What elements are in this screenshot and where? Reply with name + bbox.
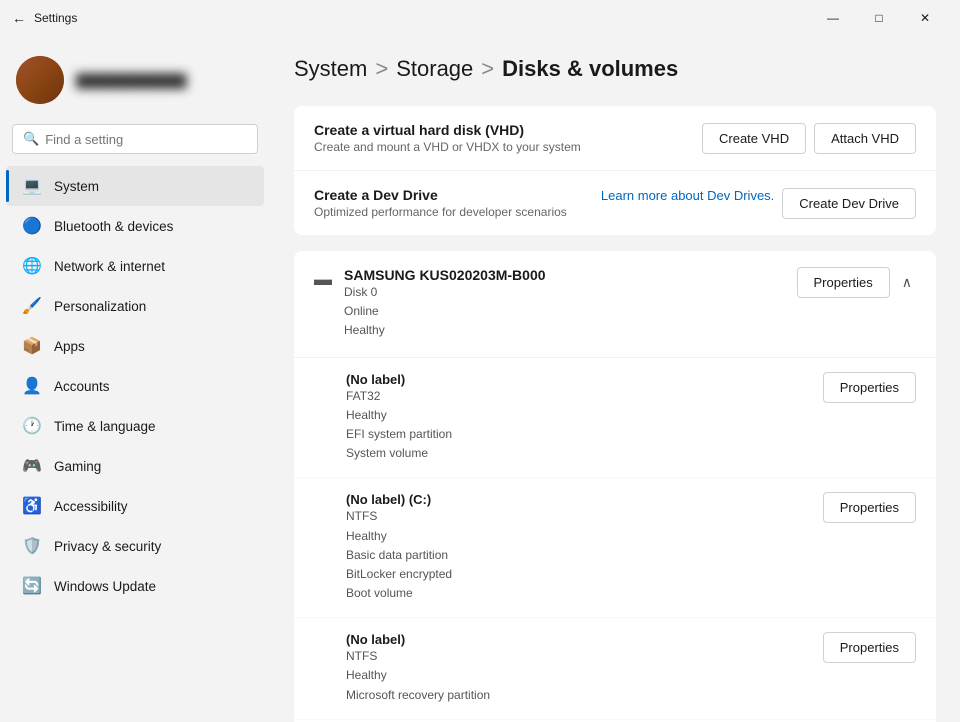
- partition-row-3: (No label) NTFS Healthy Microsoft recove…: [294, 618, 936, 720]
- partition-3-meta: NTFS Healthy Microsoft recovery partitio…: [346, 647, 490, 705]
- sidebar-item-personalization-label: Personalization: [54, 299, 146, 314]
- apps-icon: 📦: [22, 336, 42, 356]
- disk-properties-button[interactable]: Properties: [797, 267, 890, 298]
- partition-row-1: (No label) FAT32 Healthy EFI system part…: [294, 358, 936, 479]
- breadcrumb-system[interactable]: System: [294, 56, 367, 82]
- update-icon: 🔄: [22, 576, 42, 596]
- create-vhd-button[interactable]: Create VHD: [702, 123, 806, 154]
- disk-collapse-button[interactable]: ∧: [898, 270, 916, 295]
- partition-3-info: (No label) NTFS Healthy Microsoft recove…: [346, 632, 490, 705]
- profile-name: ████████████: [76, 73, 187, 88]
- sidebar: ████████████ 🔍 💻 System 🔵 Bluetooth & de…: [0, 36, 270, 722]
- sidebar-item-personalization[interactable]: 🖌️ Personalization: [6, 286, 264, 326]
- minimize-button[interactable]: —: [810, 3, 856, 33]
- disk-header-right: Properties ∧: [797, 267, 917, 298]
- network-icon: 🌐: [22, 256, 42, 276]
- sidebar-item-bluetooth[interactable]: 🔵 Bluetooth & devices: [6, 206, 264, 246]
- vhd-devdrive-section: Create a virtual hard disk (VHD) Create …: [294, 106, 936, 235]
- breadcrumb-storage[interactable]: Storage: [396, 56, 473, 82]
- breadcrumb-sep1: >: [375, 56, 388, 82]
- sidebar-item-system[interactable]: 💻 System: [6, 166, 264, 206]
- partition-2-properties-button[interactable]: Properties: [823, 492, 916, 523]
- dev-drive-row: Create a Dev Drive Optimized performance…: [294, 171, 936, 235]
- create-dev-drive-button[interactable]: Create Dev Drive: [782, 188, 916, 219]
- dev-drive-text: Create a Dev Drive Optimized performance…: [314, 187, 567, 219]
- window-controls: — □ ✕: [810, 3, 948, 33]
- vhd-buttons: Create VHD Attach VHD: [702, 123, 916, 154]
- time-icon: 🕐: [22, 416, 42, 436]
- partition-2-label: (No label) (C:): [346, 492, 452, 507]
- vhd-title: Create a virtual hard disk (VHD): [314, 122, 581, 138]
- sidebar-item-accessibility-label: Accessibility: [54, 499, 128, 514]
- accounts-icon: 👤: [22, 376, 42, 396]
- partition-3-properties-button[interactable]: Properties: [823, 632, 916, 663]
- breadcrumb-sep2: >: [481, 56, 494, 82]
- sidebar-item-time-label: Time & language: [54, 419, 156, 434]
- back-button[interactable]: ←: [12, 10, 26, 26]
- partition-1-properties-button[interactable]: Properties: [823, 372, 916, 403]
- profile-section: ████████████: [0, 44, 270, 124]
- partition-1-info: (No label) FAT32 Healthy EFI system part…: [346, 372, 452, 464]
- title-bar: ← Settings — □ ✕: [0, 0, 960, 36]
- disk-meta: Disk 0 Online Healthy: [344, 283, 546, 341]
- dev-drive-learn-more[interactable]: Learn more about Dev Drives.: [601, 188, 774, 219]
- sidebar-item-gaming-label: Gaming: [54, 459, 101, 474]
- vhd-row: Create a virtual hard disk (VHD) Create …: [294, 106, 936, 171]
- dev-drive-title: Create a Dev Drive: [314, 187, 567, 203]
- sidebar-item-update-label: Windows Update: [54, 579, 156, 594]
- close-button[interactable]: ✕: [902, 3, 948, 33]
- sidebar-item-system-label: System: [54, 179, 99, 194]
- title-bar-left: ← Settings: [12, 10, 77, 26]
- main-content: System > Storage > Disks & volumes Creat…: [270, 36, 960, 722]
- sidebar-item-apps-label: Apps: [54, 339, 85, 354]
- sidebar-item-bluetooth-label: Bluetooth & devices: [54, 219, 173, 234]
- app-body: ████████████ 🔍 💻 System 🔵 Bluetooth & de…: [0, 36, 960, 722]
- breadcrumb: System > Storage > Disks & volumes: [294, 56, 936, 82]
- sidebar-item-privacy[interactable]: 🛡️ Privacy & security: [6, 526, 264, 566]
- sidebar-item-privacy-label: Privacy & security: [54, 539, 161, 554]
- search-box[interactable]: 🔍: [12, 124, 258, 154]
- search-icon: 🔍: [23, 131, 39, 147]
- maximize-button[interactable]: □: [856, 3, 902, 33]
- disk-container: ▬ SAMSUNG KUS020203M-B000 Disk 0 Online …: [294, 251, 936, 722]
- vhd-subtitle: Create and mount a VHD or VHDX to your s…: [314, 140, 581, 154]
- disk-icon: ▬: [314, 269, 332, 290]
- disk-info: ▬ SAMSUNG KUS020203M-B000 Disk 0 Online …: [314, 267, 546, 341]
- app-title: Settings: [34, 11, 77, 25]
- bluetooth-icon: 🔵: [22, 216, 42, 236]
- partition-1-label: (No label): [346, 372, 452, 387]
- gaming-icon: 🎮: [22, 456, 42, 476]
- partition-2-meta: NTFS Healthy Basic data partition BitLoc…: [346, 507, 452, 603]
- vhd-text: Create a virtual hard disk (VHD) Create …: [314, 122, 581, 154]
- sidebar-item-time[interactable]: 🕐 Time & language: [6, 406, 264, 446]
- search-input[interactable]: [45, 132, 247, 147]
- personalization-icon: 🖌️: [22, 296, 42, 316]
- sidebar-item-network[interactable]: 🌐 Network & internet: [6, 246, 264, 286]
- disk-details: SAMSUNG KUS020203M-B000 Disk 0 Online He…: [344, 267, 546, 341]
- sidebar-item-apps[interactable]: 📦 Apps: [6, 326, 264, 366]
- sidebar-item-accounts[interactable]: 👤 Accounts: [6, 366, 264, 406]
- disk-name: SAMSUNG KUS020203M-B000: [344, 267, 546, 283]
- partition-row-2: (No label) (C:) NTFS Healthy Basic data …: [294, 478, 936, 618]
- system-icon: 💻: [22, 176, 42, 196]
- dev-drive-buttons: Learn more about Dev Drives. Create Dev …: [601, 188, 916, 219]
- disk-header: ▬ SAMSUNG KUS020203M-B000 Disk 0 Online …: [294, 251, 936, 358]
- partition-1-meta: FAT32 Healthy EFI system partition Syste…: [346, 387, 452, 464]
- dev-drive-subtitle: Optimized performance for developer scen…: [314, 205, 567, 219]
- partition-2-info: (No label) (C:) NTFS Healthy Basic data …: [346, 492, 452, 603]
- avatar: [16, 56, 64, 104]
- breadcrumb-current: Disks & volumes: [502, 56, 678, 82]
- sidebar-item-network-label: Network & internet: [54, 259, 165, 274]
- attach-vhd-button[interactable]: Attach VHD: [814, 123, 916, 154]
- sidebar-item-update[interactable]: 🔄 Windows Update: [6, 566, 264, 606]
- sidebar-item-accessibility[interactable]: ♿ Accessibility: [6, 486, 264, 526]
- sidebar-item-gaming[interactable]: 🎮 Gaming: [6, 446, 264, 486]
- privacy-icon: 🛡️: [22, 536, 42, 556]
- accessibility-icon: ♿: [22, 496, 42, 516]
- sidebar-item-accounts-label: Accounts: [54, 379, 110, 394]
- partition-3-label: (No label): [346, 632, 490, 647]
